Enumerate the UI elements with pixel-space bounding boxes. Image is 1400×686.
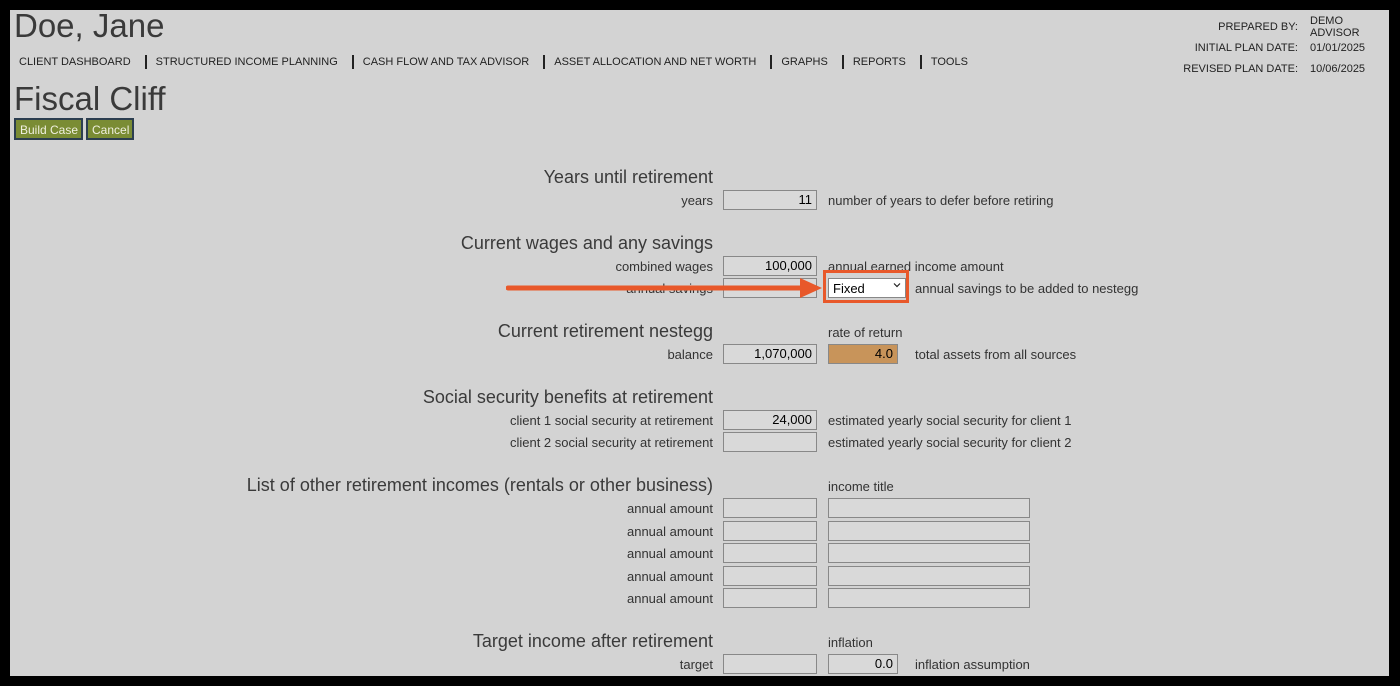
client-name: Doe, Jane [14, 10, 165, 44]
client1-ss-label: client 1 social security at retirement [509, 413, 713, 428]
annual-amount-label: annual amount [626, 591, 713, 606]
nav-asset-allocation-net-worth[interactable]: ASSET ALLOCATION AND NET WORTH [545, 56, 770, 68]
annual-amount-label: annual amount [626, 569, 713, 584]
nav-client-dashboard[interactable]: CLIENT DASHBOARD [10, 56, 145, 68]
wages-heading: Current wages and any savings [460, 233, 713, 253]
years-description: number of years to defer before retiring [828, 193, 1054, 208]
nav-graphs[interactable]: GRAPHS [772, 56, 841, 68]
rate-of-return-input[interactable]: 4.0 [828, 344, 898, 364]
nestegg-heading: Current retirement nestegg [497, 321, 713, 341]
cancel-button[interactable]: Cancel [86, 118, 134, 140]
years-label: years [681, 193, 713, 208]
prepared-by-row: PREPARED BY: DEMO ADVISOR [1098, 14, 1389, 39]
combined-wages-input[interactable]: 100,000 [723, 256, 817, 276]
annual-amount-label: annual amount [626, 524, 713, 539]
savings-type-value: Fixed [833, 281, 865, 296]
income-title-input[interactable] [828, 588, 1030, 608]
nav-cash-flow-tax-advisor[interactable]: CASH FLOW AND TAX ADVISOR [354, 56, 543, 68]
revised-plan-date-label: REVISED PLAN DATE: [1183, 62, 1298, 75]
inflation-header: inflation [828, 635, 873, 650]
initial-plan-date-row: INITIAL PLAN DATE: 01/01/2025 [1098, 37, 1389, 58]
savings-type-select[interactable]: Fixed [828, 278, 906, 298]
revised-plan-date-value: 10/06/2025 [1310, 62, 1366, 75]
initial-plan-date-label: INITIAL PLAN DATE: [1194, 41, 1298, 54]
revised-plan-date-row: REVISED PLAN DATE: 10/06/2025 [1098, 58, 1389, 79]
income-title-input[interactable] [828, 498, 1030, 518]
annotation-arrow-icon [506, 278, 822, 298]
annual-amount-input[interactable] [723, 498, 817, 518]
combined-wages-label: combined wages [615, 259, 713, 274]
years-heading: Years until retirement [543, 167, 713, 187]
build-case-button[interactable]: Build Case [14, 118, 83, 140]
nav-tools[interactable]: TOOLS [922, 56, 982, 68]
client2-ss-input[interactable] [723, 432, 817, 452]
initial-plan-date-value: 01/01/2025 [1310, 41, 1366, 54]
target-input[interactable] [723, 654, 817, 674]
client1-ss-description: estimated yearly social security for cli… [828, 413, 1072, 428]
annual-amount-input[interactable] [723, 588, 817, 608]
balance-description: total assets from all sources [915, 347, 1077, 362]
rate-of-return-header: rate of return [828, 325, 903, 340]
app-window: Doe, Jane PREPARED BY: DEMO ADVISOR INIT… [10, 10, 1389, 676]
main-nav: CLIENT DASHBOARD STRUCTURED INCOME PLANN… [10, 54, 982, 70]
annual-amount-label: annual amount [626, 546, 713, 561]
inflation-input[interactable]: 0.0 [828, 654, 898, 674]
years-input[interactable]: 11 [723, 190, 817, 210]
annual-amount-label: annual amount [626, 501, 713, 516]
income-title-header: income title [828, 479, 894, 494]
balance-input[interactable]: 1,070,000 [723, 344, 817, 364]
annual-amount-input[interactable] [723, 543, 817, 563]
balance-label: balance [667, 347, 713, 362]
client1-ss-input[interactable]: 24,000 [723, 410, 817, 430]
social-security-heading: Social security benefits at retirement [422, 387, 713, 407]
chevron-down-icon [893, 283, 901, 288]
income-title-input[interactable] [828, 521, 1030, 541]
other-incomes-heading: List of other retirement incomes (rental… [246, 475, 713, 495]
annual-amount-input[interactable] [723, 566, 817, 586]
annual-amount-input[interactable] [723, 521, 817, 541]
income-title-input[interactable] [828, 566, 1030, 586]
plan-info: PREPARED BY: DEMO ADVISOR INITIAL PLAN D… [1098, 14, 1389, 79]
client2-ss-label: client 2 social security at retirement [509, 435, 713, 450]
annual-savings-description: annual savings to be added to nestegg [915, 281, 1139, 296]
nav-structured-income-planning[interactable]: STRUCTURED INCOME PLANNING [147, 56, 352, 68]
page-title: Fiscal Cliff [14, 80, 166, 117]
income-title-input[interactable] [828, 543, 1030, 563]
prepared-by-value: DEMO ADVISOR [1310, 14, 1360, 39]
client2-ss-description: estimated yearly social security for cli… [828, 435, 1072, 450]
nav-reports[interactable]: REPORTS [844, 56, 920, 68]
target-income-heading: Target income after retirement [472, 631, 713, 651]
target-label: target [679, 657, 713, 672]
prepared-by-label: PREPARED BY: [1218, 20, 1298, 33]
inflation-description: inflation assumption [915, 657, 1030, 672]
